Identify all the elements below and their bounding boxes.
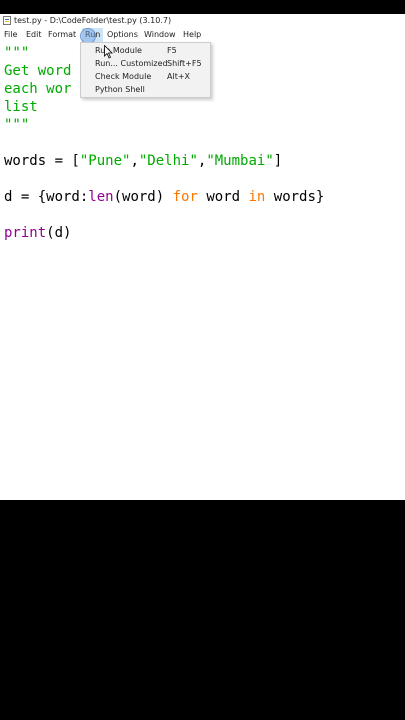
mouse-pointer-icon (104, 45, 113, 59)
code-keyword-in: in (248, 189, 266, 205)
code-print-arg: (d) (46, 225, 72, 241)
run-menu-item-run-module[interactable]: Run Module F5 (81, 44, 210, 57)
code-keyword-for: for (172, 189, 198, 205)
code-words-assign: words = [ (4, 153, 80, 169)
check-module-shortcut: Alt+X (167, 72, 191, 81)
code-builtin-len: len (88, 189, 114, 205)
code-line-5: """ (4, 117, 30, 133)
run-menu-dropdown: Run Module F5 Run... Customized Shift+F5… (80, 42, 211, 98)
code-line-words: words = ["Pune","Delhi","Mumbai"] (4, 152, 282, 170)
code-string-mumbai: "Mumbai" (206, 153, 274, 169)
menu-edit[interactable]: Edit (26, 28, 42, 42)
code-line-print: print(d) (4, 224, 71, 242)
title-bar: test.py - D:\CodeFolder\test.py (3.10.7) (0, 14, 405, 28)
code-dict-end: words} (265, 189, 325, 205)
menu-options[interactable]: Options (107, 28, 138, 42)
run-module-label: Run Module (95, 46, 142, 55)
python-file-icon (3, 16, 11, 25)
code-bracket-close: ] (273, 153, 283, 169)
window-title: test.py - D:\CodeFolder\test.py (3.10.7) (14, 16, 172, 25)
code-line-dict: d = {word:len(word) for word in words} (4, 188, 324, 206)
code-line-4: list (4, 99, 38, 115)
code-editor[interactable]: """ Get word each wor list """ words = [… (0, 42, 405, 500)
check-module-label: Check Module (95, 72, 152, 81)
menu-format[interactable]: Format (48, 28, 76, 42)
code-comma-1: , (130, 153, 139, 169)
run-module-shortcut: F5 (167, 46, 177, 55)
menu-bar: File Edit Format Run Options Window Help (0, 28, 405, 44)
menu-window[interactable]: Window (144, 28, 176, 42)
code-string-pune: "Pune" (79, 153, 131, 169)
code-line-1: """ (4, 45, 30, 61)
code-dict-arg: (word) (113, 189, 173, 205)
code-dict-word: word (197, 189, 249, 205)
menu-file[interactable]: File (4, 28, 17, 42)
run-menu-item-check-module[interactable]: Check Module Alt+X (81, 70, 210, 83)
run-customized-shortcut: Shift+F5 (167, 59, 202, 68)
code-line-2: Get word (4, 63, 72, 79)
menu-help[interactable]: Help (183, 28, 201, 42)
run-menu-item-run-customized[interactable]: Run... Customized Shift+F5 (81, 57, 210, 70)
code-dict-start: d = {word: (4, 189, 89, 205)
run-menu-item-python-shell[interactable]: Python Shell (81, 83, 210, 96)
top-black-bar (0, 0, 405, 14)
code-builtin-print: print (4, 225, 47, 241)
code-line-3: each wor (4, 81, 72, 97)
code-string-delhi: "Delhi" (138, 153, 198, 169)
python-shell-label: Python Shell (95, 85, 145, 94)
